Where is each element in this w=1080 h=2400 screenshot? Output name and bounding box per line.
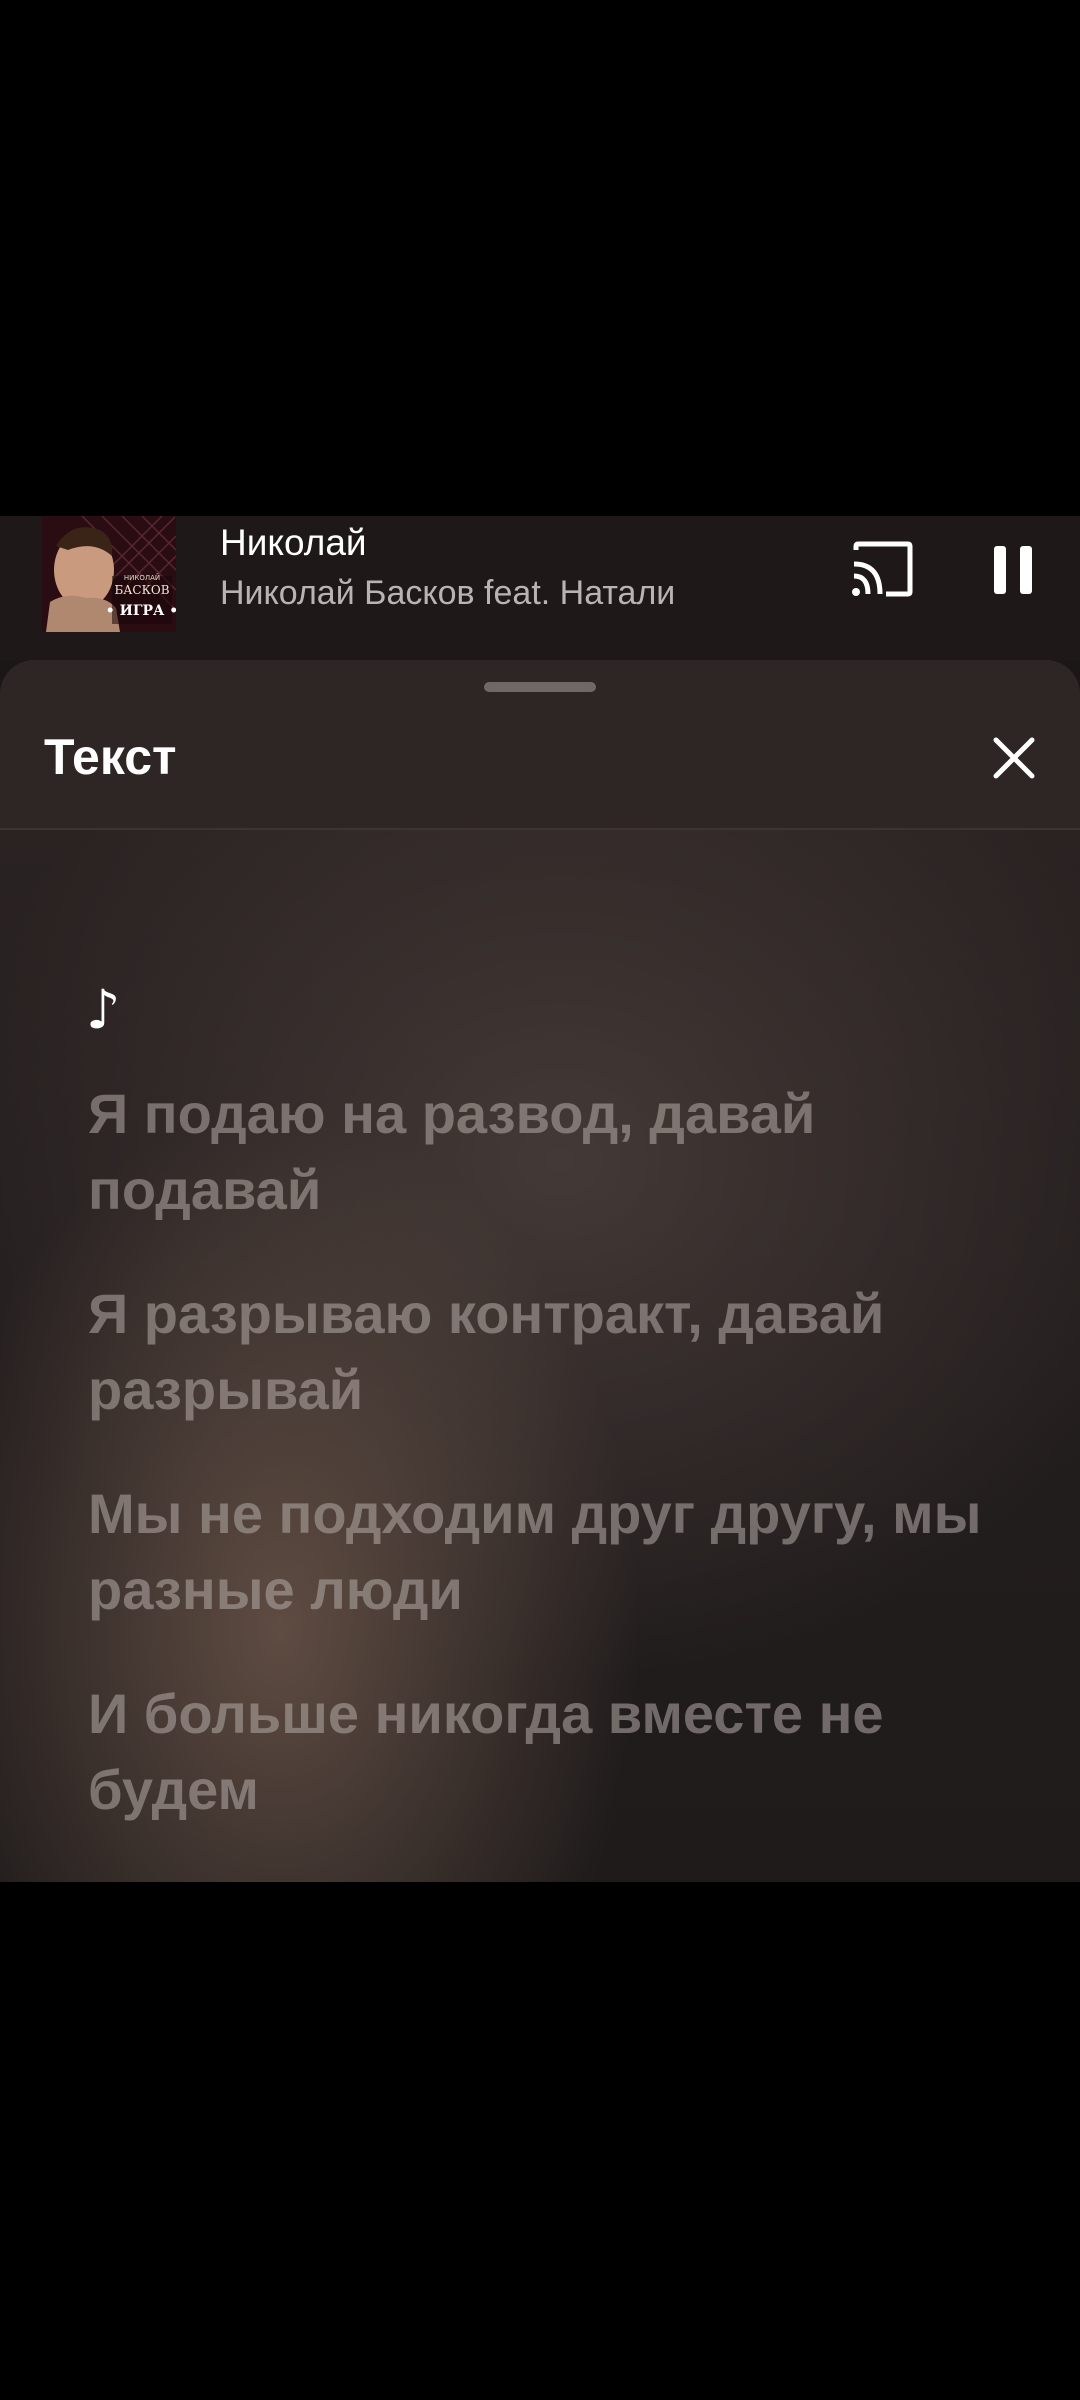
mini-player[interactable]: НИКОЛАЙ БАСКОВ • ИГРА • Николай Николай … bbox=[0, 516, 1080, 660]
svg-text:НИКОЛАЙ: НИКОЛАЙ bbox=[124, 573, 160, 582]
lyric-line[interactable]: Мы не подходим друг другу, мы разные люд… bbox=[88, 1476, 988, 1628]
track-title: Николай bbox=[220, 522, 367, 563]
cast-icon bbox=[850, 541, 914, 604]
music-note-icon: ♪ bbox=[86, 978, 121, 1041]
lyrics-area[interactable]: ♪ Я подаю на развод, давай подавай Я раз… bbox=[0, 830, 1080, 1882]
sheet-header: Текст bbox=[0, 660, 1080, 830]
lyric-line[interactable]: Я разрываю контракт, давай разрывай bbox=[88, 1276, 988, 1428]
pause-icon bbox=[990, 546, 1038, 604]
svg-text:БАСКОВ: БАСКОВ bbox=[114, 583, 169, 597]
pause-button[interactable] bbox=[990, 540, 1038, 600]
drag-handle[interactable] bbox=[484, 682, 596, 692]
sheet-title: Текст bbox=[44, 729, 177, 785]
svg-text:• ИГРА •: • ИГРА • bbox=[106, 603, 176, 619]
track-artist: Николай Басков feat. Натали bbox=[220, 574, 676, 612]
album-art[interactable]: НИКОЛАЙ БАСКОВ • ИГРА • bbox=[42, 516, 176, 632]
lyrics-sheet: Текст ♪ Я подаю на развод, давай подавай… bbox=[0, 660, 1080, 1882]
lyric-line[interactable]: Я подаю на развод, давай подавай bbox=[88, 1076, 988, 1228]
cast-button[interactable] bbox=[850, 540, 914, 600]
content-area: НИКОЛАЙ БАСКОВ • ИГРА • Николай Николай … bbox=[0, 516, 1080, 1882]
close-button[interactable] bbox=[986, 730, 1042, 786]
close-icon bbox=[986, 737, 1042, 790]
lyric-line[interactable]: И больше никогда вместе не будем bbox=[88, 1676, 988, 1828]
app-frame: НИКОЛАЙ БАСКОВ • ИГРА • Николай Николай … bbox=[0, 0, 1080, 2400]
